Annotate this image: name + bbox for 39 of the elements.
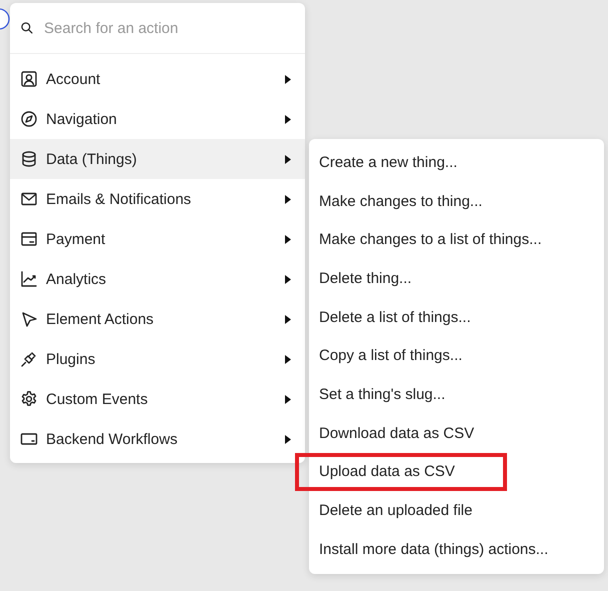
menu-item[interactable]: Create a new thing...: [309, 143, 604, 182]
caret-icon: [285, 234, 291, 244]
menu-item[interactable]: Payment: [10, 219, 305, 259]
caret-icon: [285, 434, 291, 444]
menu-item[interactable]: Element Actions: [10, 299, 305, 339]
menu-item[interactable]: Emails & Notifications: [10, 179, 305, 219]
menu-item[interactable]: Delete a list of things...: [309, 298, 604, 336]
caret-icon: [285, 274, 291, 284]
caret-icon: [285, 354, 291, 364]
menu-item[interactable]: Delete thing...: [309, 259, 604, 298]
person-icon: [20, 70, 38, 88]
plug-icon: [20, 350, 38, 368]
menu-item[interactable]: Account: [10, 59, 305, 99]
menu-item[interactable]: Make changes to a list of things...: [309, 220, 604, 260]
menu-item[interactable]: Set a thing's slug...: [309, 375, 604, 414]
compass-icon: [20, 110, 38, 128]
card-icon: [20, 230, 38, 248]
caret-icon: [285, 194, 291, 204]
gear-icon: [20, 390, 38, 408]
menu-item[interactable]: Custom Events: [10, 379, 305, 419]
caret-icon: [285, 314, 291, 324]
caret-icon: [285, 394, 291, 404]
menu-item[interactable]: Copy a list of things...: [309, 336, 604, 376]
menu-item[interactable]: Delete an uploaded file: [309, 491, 604, 530]
database-icon: [20, 150, 38, 168]
search-icon: [20, 21, 34, 35]
menu-item[interactable]: Download data as CSV: [309, 414, 604, 452]
menu-item[interactable]: Plugins: [10, 339, 305, 379]
menu-item[interactable]: Navigation: [10, 99, 305, 139]
menu-item[interactable]: Analytics: [10, 259, 305, 299]
caret-icon: [285, 154, 291, 164]
caret-icon: [285, 114, 291, 124]
caret-icon: [285, 74, 291, 84]
menu-item[interactable]: Data (Things): [10, 139, 305, 179]
chart-icon: [20, 270, 38, 288]
envelope-icon: [20, 190, 38, 208]
pointer-icon: [20, 310, 38, 328]
menu-item[interactable]: Install more data (things) actions...: [309, 530, 604, 569]
menu-item[interactable]: Make changes to thing...: [309, 182, 604, 220]
